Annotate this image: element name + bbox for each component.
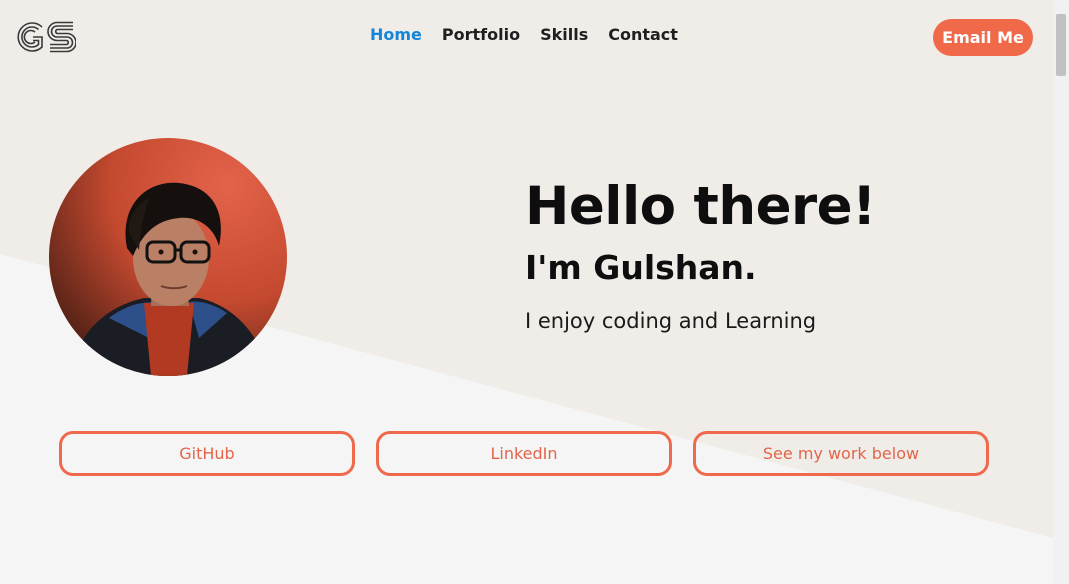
- hero-name: I'm Gulshan.: [525, 248, 757, 287]
- hero-greeting: Hello there!: [525, 176, 876, 237]
- profile-avatar: [49, 138, 287, 376]
- email-me-button[interactable]: Email Me: [933, 19, 1033, 56]
- linkedin-button[interactable]: LinkedIn: [376, 431, 672, 476]
- nav-link-contact[interactable]: Contact: [608, 25, 678, 44]
- nav-link-home[interactable]: Home: [370, 25, 422, 44]
- nav-link-skills[interactable]: Skills: [540, 25, 588, 44]
- logo-icon[interactable]: [16, 19, 76, 55]
- profile-photo: [69, 182, 271, 376]
- nav-link-portfolio[interactable]: Portfolio: [442, 25, 520, 44]
- page: Home Portfolio Skills Contact Email Me H…: [0, 0, 1053, 584]
- main-nav: Home Portfolio Skills Contact: [370, 25, 698, 44]
- hero-tagline: I enjoy coding and Learning: [525, 309, 817, 333]
- top-navbar: Home Portfolio Skills Contact Email Me: [0, 0, 1053, 74]
- see-my-work-button[interactable]: See my work below: [693, 431, 989, 476]
- scrollbar-thumb[interactable]: [1056, 14, 1066, 76]
- vertical-scrollbar[interactable]: [1053, 0, 1069, 584]
- github-button[interactable]: GitHub: [59, 431, 355, 476]
